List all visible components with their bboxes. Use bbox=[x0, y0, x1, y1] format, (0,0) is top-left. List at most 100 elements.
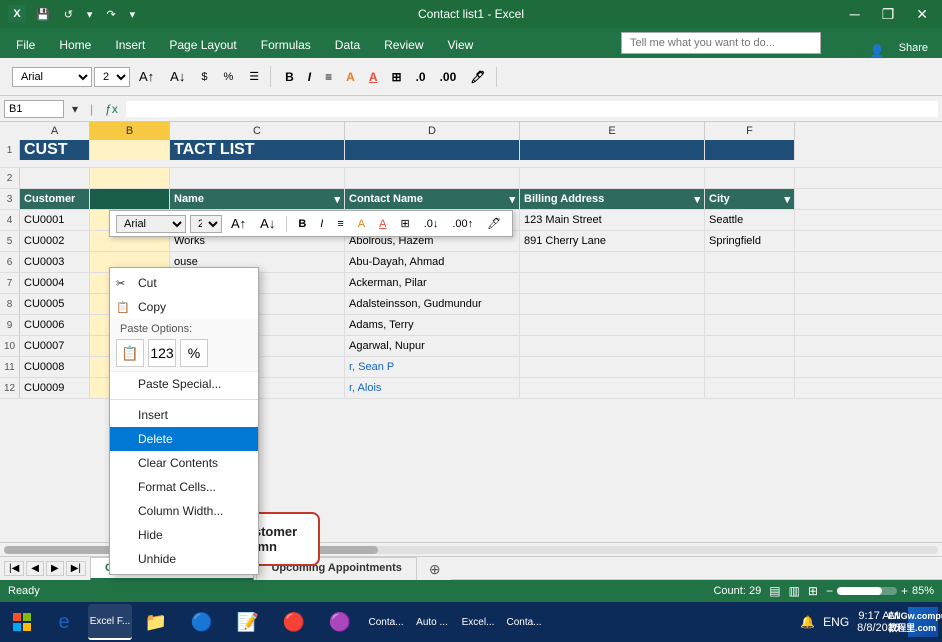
name-box[interactable] bbox=[4, 100, 64, 118]
minimize-button[interactable]: ─ bbox=[844, 4, 866, 24]
cell-b3[interactable] bbox=[90, 189, 170, 209]
mini-decrease-font-button[interactable]: A↓ bbox=[255, 214, 280, 233]
mini-clear-button[interactable]: 🖊 bbox=[482, 215, 506, 232]
cell-b1[interactable] bbox=[90, 140, 170, 160]
clear-button[interactable]: 🖊 bbox=[464, 67, 491, 87]
zoom-slider[interactable] bbox=[837, 587, 897, 595]
cell-f9[interactable] bbox=[705, 315, 795, 335]
mini-font-color-button[interactable]: A bbox=[374, 216, 391, 232]
cell-f3[interactable]: City ▾ bbox=[705, 189, 795, 209]
mini-bold-button[interactable]: B bbox=[293, 216, 311, 232]
increase-font-button[interactable]: A↑ bbox=[132, 66, 161, 87]
taskbar-notification-icon[interactable]: 🔔 bbox=[800, 615, 815, 629]
cell-c3[interactable]: Name ▾ bbox=[170, 189, 345, 209]
decrease-font-button[interactable]: A↓ bbox=[163, 66, 192, 87]
undo-button[interactable]: ↺ bbox=[60, 6, 77, 23]
clear-contents-menu-item[interactable]: Clear Contents bbox=[110, 451, 258, 475]
cell-a7[interactable]: CU0004 bbox=[20, 273, 90, 293]
tell-me-input[interactable] bbox=[621, 32, 821, 54]
cell-a11[interactable]: CU0008 bbox=[20, 357, 90, 377]
tab-insert[interactable]: Insert bbox=[103, 32, 157, 58]
save-button[interactable]: 💾 bbox=[32, 6, 54, 23]
hide-menu-item[interactable]: Hide bbox=[110, 523, 258, 547]
column-width-menu-item[interactable]: Column Width... bbox=[110, 499, 258, 523]
mini-increase-font-button[interactable]: A↑ bbox=[226, 214, 251, 233]
cell-e10[interactable] bbox=[520, 336, 705, 356]
paste-special-menu-item[interactable]: Paste Special... bbox=[110, 372, 258, 396]
align-button[interactable]: ≡ bbox=[319, 67, 338, 87]
font-size-select[interactable]: 20 bbox=[94, 67, 130, 87]
insert-function-button[interactable]: ƒx bbox=[101, 102, 122, 116]
mini-borders-button[interactable]: ⊞ bbox=[395, 215, 414, 232]
page-layout-view-button[interactable]: ▥ bbox=[789, 584, 800, 598]
taskbar-conta2-icon[interactable]: Conta... bbox=[502, 604, 546, 640]
cell-c1[interactable]: TACT LIST bbox=[170, 140, 345, 160]
taskbar-word-icon[interactable]: 📝 bbox=[226, 604, 270, 640]
taskbar-excel-app[interactable]: Excel F... bbox=[88, 604, 132, 640]
taskbar-excel2-icon[interactable]: Excel... bbox=[456, 604, 500, 640]
taskbar-contacts-icon[interactable]: Conta... bbox=[364, 604, 408, 640]
cell-f8[interactable] bbox=[705, 294, 795, 314]
sheet-tab-first-button[interactable]: |◀ bbox=[4, 561, 24, 576]
paste-format-button[interactable]: % bbox=[180, 339, 208, 367]
col-header-c[interactable]: C bbox=[170, 122, 345, 140]
paste-values-button[interactable]: 123 bbox=[148, 339, 176, 367]
taskbar-onenote-icon[interactable]: 🟣 bbox=[318, 604, 362, 640]
mini-fill-color-button[interactable]: A bbox=[353, 216, 370, 232]
mini-font-select[interactable]: Arial bbox=[116, 215, 186, 233]
cell-d11[interactable]: r, Sean P bbox=[345, 357, 520, 377]
taskbar-ie-icon[interactable]: e bbox=[42, 604, 86, 640]
redo-button[interactable]: ↷ bbox=[102, 6, 119, 23]
cell-e1[interactable] bbox=[520, 140, 705, 160]
paste-icon-button[interactable]: 📋 bbox=[116, 339, 144, 367]
cell-b2[interactable] bbox=[90, 168, 170, 188]
taskbar-pdf-icon[interactable]: 🔴 bbox=[272, 604, 316, 640]
col-header-e[interactable]: E bbox=[520, 122, 705, 140]
cut-menu-item[interactable]: ✂ Cut bbox=[110, 271, 258, 295]
sheet-tab-prev-button[interactable]: ◀ bbox=[26, 561, 44, 576]
taskbar-language-icon[interactable]: ENG bbox=[823, 615, 849, 629]
cell-f10[interactable] bbox=[705, 336, 795, 356]
cell-d8[interactable]: Adalsteinsson, Gudmundur bbox=[345, 294, 520, 314]
col-header-b[interactable]: B bbox=[90, 122, 170, 140]
cell-d12[interactable]: r, Alois bbox=[345, 378, 520, 398]
page-break-view-button[interactable]: ⊞ bbox=[808, 584, 818, 598]
add-sheet-button[interactable]: ⊕ bbox=[419, 557, 451, 580]
taskbar-browser-icon[interactable]: 🔵 bbox=[180, 604, 224, 640]
zoom-out-button[interactable]: − bbox=[826, 584, 833, 598]
mini-decrease-decimal-button[interactable]: .0↓ bbox=[419, 216, 444, 232]
zoom-in-button[interactable]: + bbox=[901, 584, 908, 598]
font-name-select[interactable]: Arial bbox=[12, 67, 92, 87]
font-color-button[interactable]: A bbox=[363, 67, 384, 87]
mini-align-button[interactable]: ≡ bbox=[332, 216, 348, 232]
normal-view-button[interactable]: ▤ bbox=[769, 584, 780, 598]
cell-d2[interactable] bbox=[345, 168, 520, 188]
cell-f11[interactable] bbox=[705, 357, 795, 377]
insert-menu-item[interactable]: Insert bbox=[110, 403, 258, 427]
cell-a5[interactable]: CU0002 bbox=[20, 231, 90, 251]
cell-a6[interactable]: CU0003 bbox=[20, 252, 90, 272]
cell-a12[interactable]: CU0009 bbox=[20, 378, 90, 398]
cell-d10[interactable]: Agarwal, Nupur bbox=[345, 336, 520, 356]
share-button[interactable]: Share bbox=[889, 38, 938, 58]
cell-e3[interactable]: Billing Address ▾ bbox=[520, 189, 705, 209]
cell-e8[interactable] bbox=[520, 294, 705, 314]
percent-button[interactable]: % bbox=[216, 68, 240, 86]
cell-e12[interactable] bbox=[520, 378, 705, 398]
fill-color-button[interactable]: A bbox=[340, 67, 361, 87]
tab-formulas[interactable]: Formulas bbox=[249, 32, 323, 58]
cell-d1[interactable] bbox=[345, 140, 520, 160]
cell-d7[interactable]: Ackerman, Pilar bbox=[345, 273, 520, 293]
comma-button[interactable]: ☰ bbox=[242, 67, 266, 86]
restore-button[interactable]: ❐ bbox=[876, 4, 901, 25]
cell-a1[interactable]: CUST bbox=[20, 140, 90, 160]
cell-d9[interactable]: Adams, Terry bbox=[345, 315, 520, 335]
mini-increase-decimal-button[interactable]: .00↑ bbox=[447, 216, 478, 232]
taskbar-auto-icon[interactable]: Auto ... bbox=[410, 604, 454, 640]
decrease-decimal-button[interactable]: .0 bbox=[410, 67, 432, 87]
cell-e5[interactable]: 891 Cherry Lane bbox=[520, 231, 705, 251]
increase-decimal-button[interactable]: .00 bbox=[434, 67, 463, 87]
cell-a10[interactable]: CU0007 bbox=[20, 336, 90, 356]
sheet-tab-last-button[interactable]: ▶| bbox=[66, 561, 86, 576]
taskbar-folder-icon[interactable]: 📁 bbox=[134, 604, 178, 640]
